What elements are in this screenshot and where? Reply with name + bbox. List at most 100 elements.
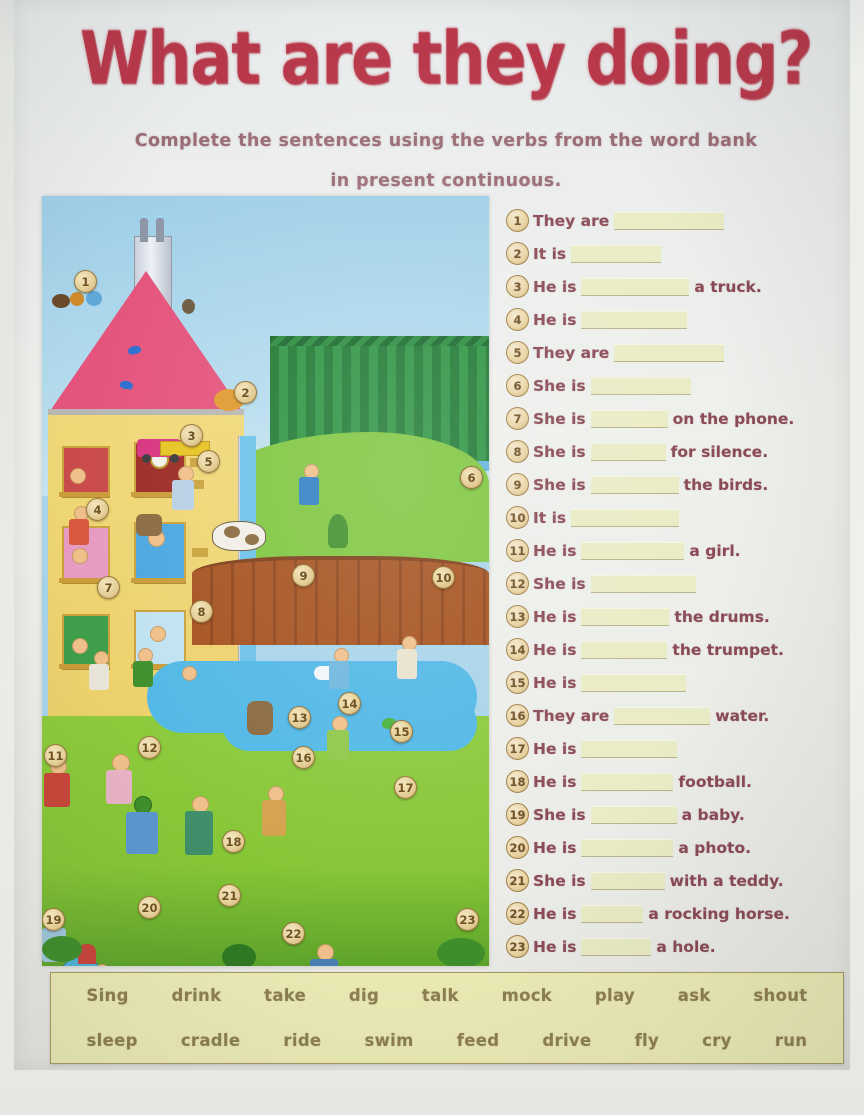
truck-wheel-1 (142, 454, 151, 463)
sentence-number-badge[interactable]: 23 (506, 935, 529, 958)
word-bank-word[interactable]: mock (502, 986, 552, 1005)
marker-19[interactable]: 19 (42, 908, 65, 931)
word-bank-word[interactable]: dig (349, 986, 379, 1005)
answer-blank[interactable] (581, 541, 685, 560)
marker-21[interactable]: 21 (218, 884, 241, 907)
village-scene-illustration: 1 2 3 4 5 6 7 8 9 10 11 12 13 14 15 16 1… (42, 196, 489, 966)
word-bank-word[interactable]: talk (422, 986, 459, 1005)
marker-13[interactable]: 13 (288, 706, 311, 729)
sentence-number-badge[interactable]: 19 (506, 803, 529, 826)
word-bank-word[interactable]: swim (365, 1031, 414, 1050)
word-bank-word[interactable]: take (264, 986, 306, 1005)
marker-15[interactable]: 15 (390, 720, 413, 743)
answer-blank[interactable] (571, 508, 680, 527)
marker-9[interactable]: 9 (292, 564, 315, 587)
sentence-number-badge[interactable]: 22 (506, 902, 529, 925)
bush-left (42, 936, 82, 962)
answer-blank[interactable] (590, 871, 665, 890)
marker-10[interactable]: 10 (432, 566, 455, 589)
sentence-number-badge[interactable]: 8 (506, 440, 529, 463)
marker-3[interactable]: 3 (180, 424, 203, 447)
answer-blank[interactable] (581, 607, 670, 626)
sentence-prefix: She is (533, 442, 586, 461)
answer-blank[interactable] (581, 277, 690, 296)
marker-11[interactable]: 11 (44, 744, 67, 767)
sentence-number-badge[interactable]: 12 (506, 572, 529, 595)
marker-14[interactable]: 14 (338, 692, 361, 715)
truck-wheel-2 (170, 454, 179, 463)
answer-blank[interactable] (590, 805, 677, 824)
word-bank-word[interactable]: ride (283, 1031, 321, 1050)
word-bank-word[interactable]: ask (678, 986, 711, 1005)
answer-blank[interactable] (581, 640, 668, 659)
marker-1[interactable]: 1 (74, 270, 97, 293)
marker-18[interactable]: 18 (222, 830, 245, 853)
answer-blank[interactable] (590, 475, 679, 494)
answer-blank[interactable] (614, 343, 725, 362)
sentence-number-badge[interactable]: 10 (506, 506, 529, 529)
word-bank-word[interactable]: play (595, 986, 635, 1005)
answer-blank[interactable] (581, 673, 687, 692)
sentence-suffix: a hole. (656, 937, 716, 956)
marker-16[interactable]: 16 (292, 746, 315, 769)
word-bank-word[interactable]: drink (172, 986, 222, 1005)
sentence-number-badge[interactable]: 17 (506, 737, 529, 760)
sentence-number-badge[interactable]: 15 (506, 671, 529, 694)
word-bank-word[interactable]: fly (635, 1031, 660, 1050)
word-bank-word[interactable]: shout (753, 986, 807, 1005)
sentence-number-badge[interactable]: 1 (506, 209, 529, 232)
sentence-number-badge[interactable]: 21 (506, 869, 529, 892)
answer-blank[interactable] (614, 706, 711, 725)
word-bank-word[interactable]: run (775, 1031, 808, 1050)
sentence-number-badge[interactable]: 4 (506, 308, 529, 331)
word-bank-word[interactable]: sleep (87, 1031, 138, 1050)
answer-blank[interactable] (590, 574, 696, 593)
sentence-number-badge[interactable]: 3 (506, 275, 529, 298)
marker-7[interactable]: 7 (97, 576, 120, 599)
word-bank-word[interactable]: cradle (181, 1031, 241, 1050)
sentence-number-badge[interactable]: 16 (506, 704, 529, 727)
marker-6[interactable]: 6 (460, 466, 483, 489)
marker-22[interactable]: 22 (282, 922, 305, 945)
marker-20[interactable]: 20 (138, 896, 161, 919)
sentence-number-badge[interactable]: 2 (506, 242, 529, 265)
marker-4[interactable]: 4 (86, 498, 109, 521)
sentence-number-badge[interactable]: 11 (506, 539, 529, 562)
word-bank-word[interactable]: feed (457, 1031, 500, 1050)
answer-blank[interactable] (590, 442, 666, 461)
sentence-number-badge[interactable]: 5 (506, 341, 529, 364)
sentence-number-badge[interactable]: 6 (506, 374, 529, 397)
sentence-number-badge[interactable]: 14 (506, 638, 529, 661)
marker-2[interactable]: 2 (234, 381, 257, 404)
sentence-prefix: They are (533, 343, 610, 362)
answer-blank[interactable] (581, 739, 678, 758)
answer-blank[interactable] (581, 772, 674, 791)
answer-blank[interactable] (581, 937, 652, 956)
word-bank-word[interactable]: drive (542, 1031, 591, 1050)
marker-8[interactable]: 8 (190, 600, 213, 623)
sentence-number-badge[interactable]: 9 (506, 473, 529, 496)
sentence-number-badge[interactable]: 20 (506, 836, 529, 859)
sentence-number-badge[interactable]: 13 (506, 605, 529, 628)
answer-blank[interactable] (581, 838, 674, 857)
answer-blank[interactable] (590, 376, 691, 395)
marker-23[interactable]: 23 (456, 908, 479, 931)
sentence-row: 14 He is the trumpet. (506, 633, 858, 666)
answer-blank[interactable] (590, 409, 668, 428)
answer-blank[interactable] (581, 904, 644, 923)
marker-12[interactable]: 12 (138, 736, 161, 759)
instructions-line-1: Complete the sentences using the verbs f… (134, 131, 758, 151)
answer-blank[interactable] (581, 310, 688, 329)
child-15-body (329, 661, 349, 689)
sentence-number-badge[interactable]: 18 (506, 770, 529, 793)
sentence-prefix: She is (533, 574, 586, 593)
word-bank-word[interactable]: cry (702, 1031, 732, 1050)
sentence-number-badge[interactable]: 7 (506, 407, 529, 430)
marker-17[interactable]: 17 (394, 776, 417, 799)
sentence-suffix: the birds. (683, 475, 769, 494)
word-bank-word[interactable]: Sing (86, 986, 128, 1005)
answer-blank[interactable] (571, 244, 662, 263)
marker-5[interactable]: 5 (197, 450, 220, 473)
answer-blank[interactable] (614, 211, 725, 230)
swimmer-head (182, 666, 197, 681)
